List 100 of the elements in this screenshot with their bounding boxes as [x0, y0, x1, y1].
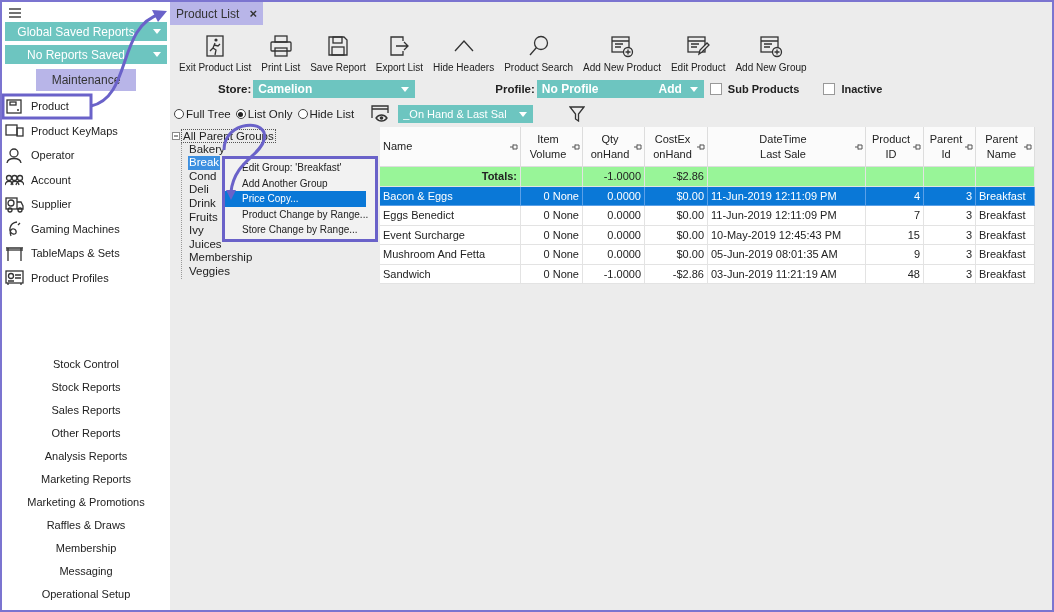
- nav-item[interactable]: Supplier: [31, 198, 72, 211]
- report-section-link[interactable]: Marketing & Promotions: [27, 491, 145, 514]
- checkbox[interactable]: [823, 83, 836, 95]
- tree-node[interactable]: Juices: [188, 237, 223, 252]
- menu-item[interactable]: Product Change by Range...: [225, 206, 375, 222]
- nav-item[interactable]: Gaming Machines: [31, 222, 120, 235]
- table-cell: Sandwich: [380, 264, 521, 284]
- column-header[interactable]: CostEx onHand: [645, 127, 708, 167]
- table-cell: $0.00: [645, 225, 708, 245]
- column-header[interactable]: DateTime Last Sale: [708, 127, 866, 167]
- pin-icon: [572, 143, 580, 150]
- tree-node[interactable]: Bakery: [188, 142, 226, 157]
- pin-icon: [855, 143, 863, 150]
- nav-item[interactable]: Product Profiles: [31, 271, 109, 284]
- table-cell: 3: [924, 206, 976, 226]
- table-cell: 7: [866, 206, 924, 226]
- tree-node[interactable]: Cond: [188, 169, 218, 184]
- profile-card-icon: [5, 269, 24, 287]
- table-cell: Breakfast: [976, 264, 1035, 284]
- print-icon: [268, 34, 293, 58]
- nav-item[interactable]: Product: [31, 100, 69, 113]
- report-section-link[interactable]: Other Reports: [51, 422, 121, 445]
- totals-cell: -1.0000: [583, 167, 645, 187]
- pin-icon: [634, 143, 642, 150]
- nav-item[interactable]: Account: [31, 173, 71, 186]
- tree-node[interactable]: Deli: [188, 183, 210, 197]
- pin-icon: [965, 143, 973, 150]
- column-header[interactable]: Parent Name: [976, 127, 1035, 167]
- caret-icon: [153, 52, 161, 57]
- tree-node[interactable]: Veggies: [188, 264, 231, 279]
- report-section-link[interactable]: Marketing Reports: [41, 468, 131, 491]
- report-section-link[interactable]: Messaging: [59, 560, 113, 583]
- tree-node[interactable]: Drink: [188, 196, 217, 211]
- table-cell: 0 None: [521, 225, 583, 245]
- report-section-link[interactable]: Stock Control: [53, 353, 119, 376]
- toolbar-button[interactable]: Export List: [370, 34, 428, 75]
- radio-button[interactable]: [235, 109, 246, 119]
- caret-icon: [153, 29, 161, 34]
- toolbar-button[interactable]: Hide Headers: [428, 34, 500, 75]
- radio-button[interactable]: [297, 109, 308, 119]
- table-cell: 03-Jun-2019 11:21:19 AM: [708, 264, 866, 284]
- column-header[interactable]: Name: [380, 127, 521, 167]
- toolbar-button[interactable]: Edit Product: [665, 34, 731, 75]
- pin-icon: [510, 143, 518, 150]
- profile-label: Profile:: [495, 83, 535, 95]
- pin-icon: [1024, 143, 1032, 150]
- table-cell: 0 None: [521, 206, 583, 226]
- menu-item[interactable]: Price Copy...: [225, 191, 366, 207]
- table-cell: 9: [866, 245, 924, 265]
- add-list-icon: [759, 34, 783, 58]
- nav-item[interactable]: Product KeyMaps: [31, 124, 118, 137]
- menu-item[interactable]: Add Another Group: [225, 175, 375, 191]
- report-section-link[interactable]: Sales Reports: [51, 399, 121, 422]
- table-cell: -1.0000: [583, 264, 645, 284]
- report-section-link[interactable]: Membership: [55, 537, 117, 560]
- report-section-link[interactable]: Analysis Reports: [44, 445, 128, 468]
- column-header[interactable]: Parent Id: [924, 127, 976, 167]
- table-cell: Bacon & Eggs: [380, 186, 521, 206]
- toolbar-button[interactable]: Exit Product List: [174, 34, 257, 75]
- column-header[interactable]: Qty onHand: [583, 127, 645, 167]
- table-cell: 3: [924, 264, 976, 284]
- toolbar-button[interactable]: Save Report: [305, 34, 371, 75]
- table-cell: Breakfast: [976, 186, 1035, 206]
- document-tab[interactable]: Product List ×: [170, 2, 263, 25]
- collapse-icon[interactable]: [172, 131, 180, 140]
- table-cell: Event Surcharge: [380, 225, 521, 245]
- edit-list-icon: [686, 34, 711, 58]
- radio-label: Full Tree: [186, 108, 231, 120]
- table-cell: Breakfast: [976, 225, 1035, 245]
- nav-item[interactable]: TableMaps & Sets: [31, 247, 120, 260]
- table-cell: 0.0000: [583, 186, 645, 206]
- radio-button[interactable]: [174, 109, 184, 119]
- section-tab[interactable]: Maintenance: [35, 69, 137, 91]
- table-cell: 0 None: [521, 186, 583, 206]
- report-section-link[interactable]: Stock Reports: [51, 376, 121, 399]
- product-icon: [5, 97, 24, 115]
- save-icon: [325, 34, 350, 58]
- toolbar-button[interactable]: Add New Product: [578, 34, 666, 75]
- column-header[interactable]: Product ID: [866, 127, 924, 167]
- table-cell: 3: [924, 245, 976, 265]
- tree-node[interactable]: Membership: [188, 251, 254, 265]
- table-cell: 0.0000: [583, 245, 645, 265]
- radio-label: Hide List: [309, 108, 355, 120]
- toolbar-button[interactable]: Print List: [256, 34, 306, 75]
- report-section-link[interactable]: Operational Setup: [41, 583, 131, 606]
- table-cell: 0.0000: [583, 206, 645, 226]
- close-tab-button[interactable]: ×: [249, 6, 257, 21]
- nav-item[interactable]: Operator: [31, 149, 75, 162]
- toolbar-button[interactable]: Add New Group: [730, 34, 812, 75]
- checkbox-label: Inactive: [841, 83, 883, 95]
- keymap-icon: [5, 122, 24, 140]
- table-cell: $0.00: [645, 206, 708, 226]
- checkbox[interactable]: [709, 83, 722, 95]
- report-section-link[interactable]: Raffles & Draws: [46, 514, 126, 537]
- column-header[interactable]: Item Volume: [521, 127, 583, 167]
- table-cell: 48: [866, 264, 924, 284]
- toolbar-button[interactable]: Product Search: [499, 34, 579, 75]
- tree-node[interactable]: Ivy: [188, 224, 205, 238]
- menu-item[interactable]: Store Change by Range...: [225, 222, 375, 238]
- tree-node[interactable]: Fruits: [188, 210, 219, 225]
